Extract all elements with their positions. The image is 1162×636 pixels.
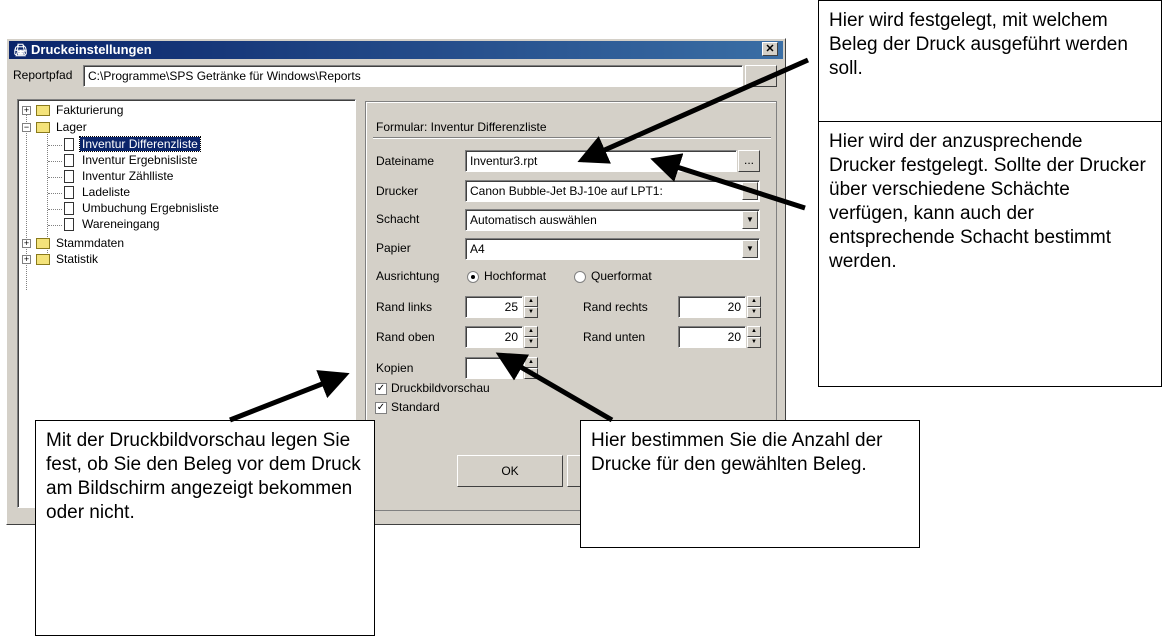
arrow-to-kopien: [495, 352, 614, 423]
arrow-to-dateiname: [577, 57, 810, 164]
arrow-to-drucker: [650, 153, 806, 211]
annotation-arrows: [229, 57, 810, 423]
arrow-to-vorschau: [229, 370, 350, 423]
